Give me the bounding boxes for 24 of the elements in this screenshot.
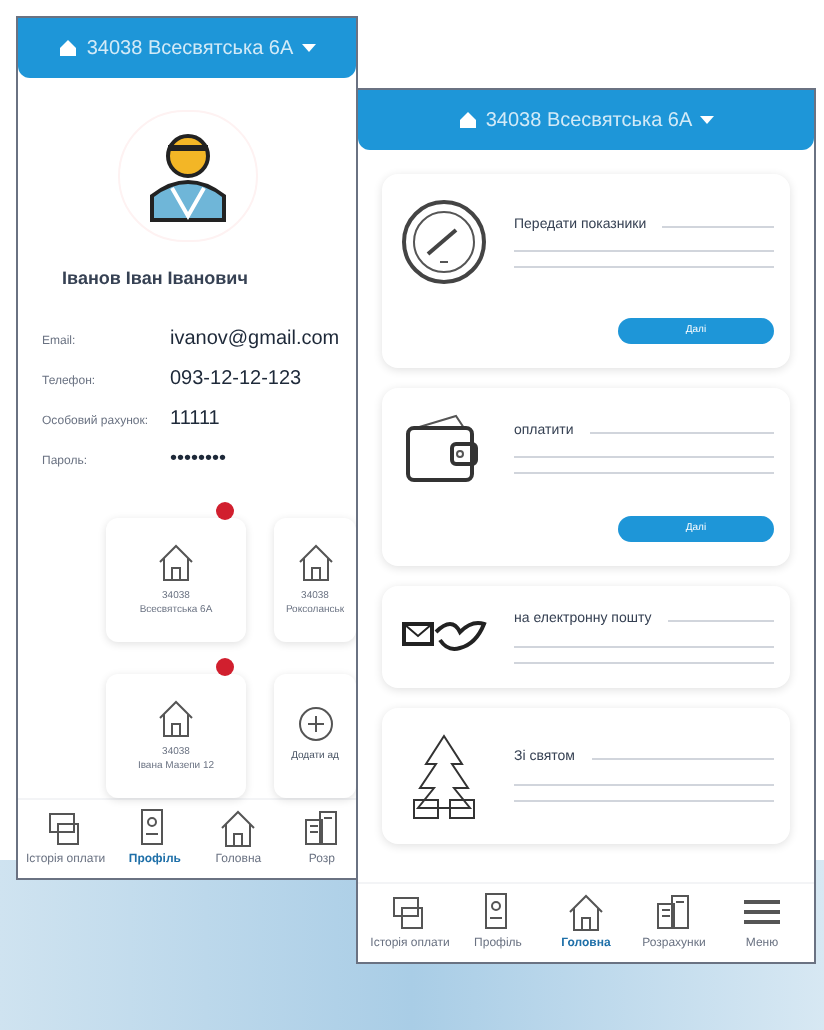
- house-icon: [156, 697, 196, 737]
- home-icon: [457, 110, 478, 130]
- field-value: 11111: [170, 406, 222, 434]
- nav-icon: [566, 892, 606, 932]
- home-icon: [58, 38, 79, 58]
- plus-icon: [297, 706, 333, 743]
- placeholder-line: [667, 619, 774, 622]
- wallet-icon: [404, 412, 484, 484]
- caret-icon: [700, 115, 715, 125]
- placeholder-line: [662, 225, 774, 227]
- field-value: ivanov@gmail.com: [170, 326, 340, 354]
- house-icon: [156, 541, 196, 581]
- gauge-icon: [400, 198, 488, 286]
- field-value: ••••••••: [170, 446, 229, 474]
- nav-icon: [218, 808, 259, 848]
- nav-icon: [301, 808, 342, 848]
- field-value: 093-12-12-123: [170, 366, 304, 394]
- caret-icon: [301, 43, 316, 53]
- user-name: Іванов Іван Іванович: [60, 265, 250, 291]
- tree-gifts-icon: [410, 731, 478, 819]
- nav-icon: [654, 892, 694, 932]
- address-selector[interactable]: 34038 Всесвятська 6А: [457, 105, 715, 135]
- house-icon: [295, 541, 335, 581]
- address-selector[interactable]: 34038 Всесвятська 6А: [58, 33, 316, 63]
